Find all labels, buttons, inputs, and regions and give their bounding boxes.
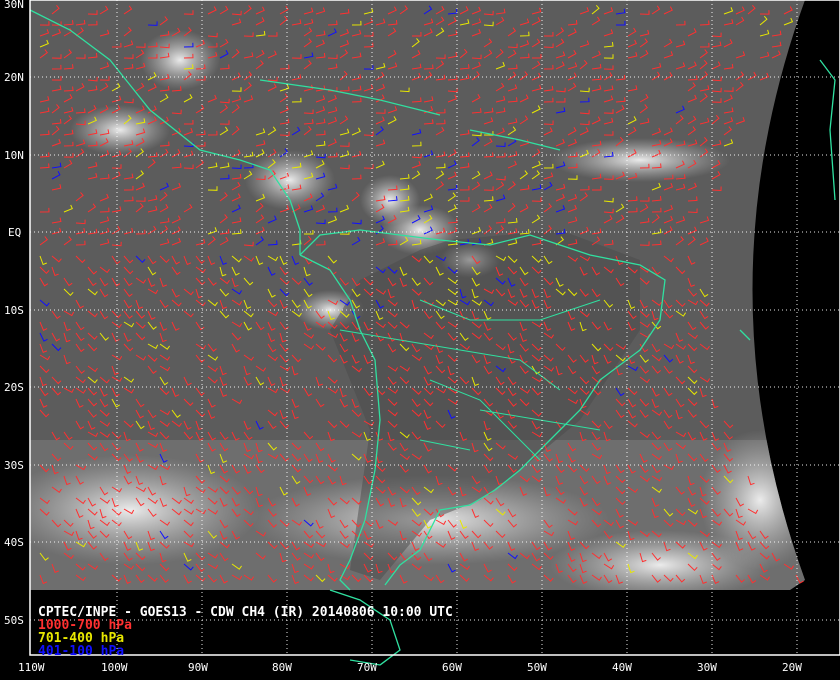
latitude-labels: 30N 20N 10N EQ 10S 20S 30S 40S 50S: [4, 0, 24, 627]
satellite-wind-map: 30N 20N 10N EQ 10S 20S 30S 40S 50S 110W …: [0, 0, 840, 680]
lat-label: 30S: [4, 459, 24, 472]
lon-label: 90W: [188, 661, 208, 674]
lat-label: 10S: [4, 304, 24, 317]
lat-label: 40S: [4, 536, 24, 549]
lat-label: 30N: [4, 0, 24, 11]
lat-label: 10N: [4, 149, 24, 162]
lon-label: 100W: [101, 661, 128, 674]
lon-label: 110W: [18, 661, 45, 674]
map-canvas: 30N 20N 10N EQ 10S 20S 30S 40S 50S 110W …: [4, 0, 840, 674]
coastline-patagonia: [329, 589, 401, 666]
lon-label: 30W: [697, 661, 717, 674]
lat-label: EQ: [8, 226, 21, 239]
lon-label: 40W: [612, 661, 632, 674]
lat-label: 20N: [4, 71, 24, 84]
lon-label: 60W: [442, 661, 462, 674]
longitude-labels: 110W 100W 90W 80W 70W 60W 50W 40W 30W 20…: [18, 661, 802, 674]
lat-label: 20S: [4, 381, 24, 394]
lat-label: 50S: [4, 614, 24, 627]
lon-label: 70W: [357, 661, 377, 674]
legend-high-level: 401-100 hPa: [38, 644, 124, 659]
lon-label: 50W: [527, 661, 547, 674]
lon-label: 80W: [272, 661, 292, 674]
lon-label: 20W: [782, 661, 802, 674]
